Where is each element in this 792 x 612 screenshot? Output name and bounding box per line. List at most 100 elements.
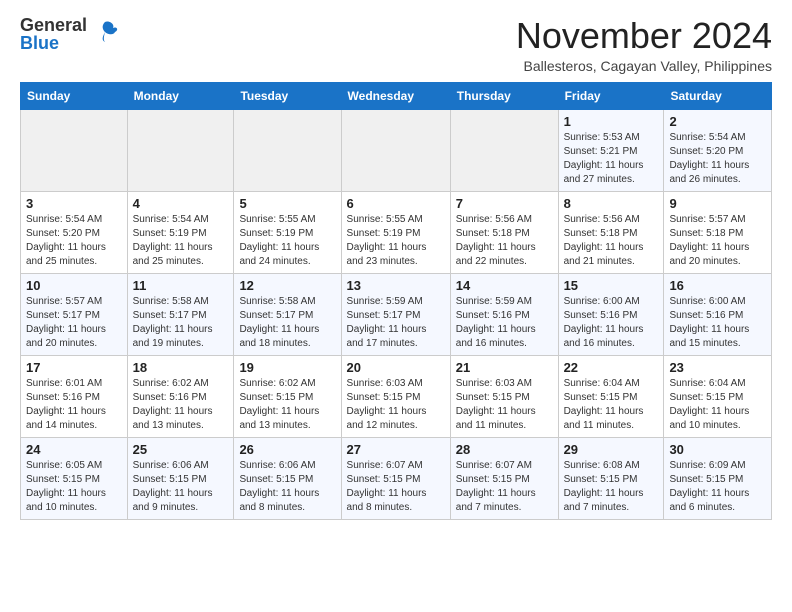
calendar-cell: 13 Sunrise: 5:59 AMSunset: 5:17 PMDayligh…	[341, 273, 450, 355]
day-number: 20	[347, 360, 445, 375]
calendar-header-sunday: Sunday	[21, 82, 128, 109]
calendar-cell: 9Sunrise: 5:57 AMSunset: 5:18 PMDaylight…	[664, 191, 772, 273]
calendar-week-row: 3 Sunrise: 5:54 AMSunset: 5:20 PMDaylight…	[21, 191, 772, 273]
day-number: 17	[26, 360, 122, 375]
day-info: Sunrise: 6:04 AMSunset: 5:15 PMDaylight:…	[669, 377, 766, 433]
day-info: Sunrise: 6:03 AMSunset: 5:15 PMDaylight:…	[347, 377, 445, 433]
day-info: Sunrise: 6:04 AMSunset: 5:15 PMDaylight:…	[564, 377, 659, 433]
calendar-header-saturday: Saturday	[664, 82, 772, 109]
day-number: 11	[133, 278, 229, 293]
calendar-cell: 25 Sunrise: 6:06 AMSunset: 5:15 PMDayligh…	[127, 437, 234, 519]
day-number: 13	[347, 278, 445, 293]
day-number: 3	[26, 196, 122, 211]
day-info: Sunrise: 6:03 AMSunset: 5:15 PMDaylight:…	[456, 377, 553, 433]
day-info: Sunrise: 5:59 AMSunset: 5:16 PMDaylight:…	[456, 295, 553, 351]
location: Ballesteros, Cagayan Valley, Philippines	[516, 58, 772, 74]
calendar-table: SundayMondayTuesdayWednesdayThursdayFrid…	[20, 82, 772, 520]
calendar-header-thursday: Thursday	[450, 82, 558, 109]
day-info: Sunrise: 5:58 AMSunset: 5:17 PMDaylight:…	[239, 295, 335, 351]
calendar-cell: 30 Sunrise: 6:09 AMSunset: 5:15 PMDayligh…	[664, 437, 772, 519]
calendar-cell: 4 Sunrise: 5:54 AMSunset: 5:19 PMDaylight…	[127, 191, 234, 273]
day-number: 16	[669, 278, 766, 293]
day-number: 22	[564, 360, 659, 375]
day-info: Sunrise: 5:57 AMSunset: 5:18 PMDaylight:…	[669, 213, 766, 269]
day-info: Sunrise: 6:07 AMSunset: 5:15 PMDaylight:…	[347, 459, 445, 515]
logo-bird-icon	[91, 18, 119, 46]
calendar-cell: 11 Sunrise: 5:58 AMSunset: 5:17 PMDayligh…	[127, 273, 234, 355]
calendar-cell: 17 Sunrise: 6:01 AMSunset: 5:16 PMDayligh…	[21, 355, 128, 437]
calendar-cell: 23 Sunrise: 6:04 AMSunset: 5:15 PMDayligh…	[664, 355, 772, 437]
calendar-cell: 15 Sunrise: 6:00 AMSunset: 5:16 PMDayligh…	[558, 273, 664, 355]
title-block: November 2024 Ballesteros, Cagayan Valle…	[516, 16, 772, 74]
day-info: Sunrise: 6:01 AMSunset: 5:16 PMDaylight:…	[26, 377, 122, 433]
calendar-cell: 26 Sunrise: 6:06 AMSunset: 5:15 PMDayligh…	[234, 437, 341, 519]
day-number: 24	[26, 442, 122, 457]
day-number: 28	[456, 442, 553, 457]
day-info: Sunrise: 5:54 AMSunset: 5:19 PMDaylight:…	[133, 213, 229, 269]
calendar-cell: 29 Sunrise: 6:08 AMSunset: 5:15 PMDayligh…	[558, 437, 664, 519]
calendar-cell	[127, 109, 234, 191]
calendar-cell: 6 Sunrise: 5:55 AMSunset: 5:19 PMDaylight…	[341, 191, 450, 273]
calendar-cell: 27Sunrise: 6:07 AMSunset: 5:15 PMDayligh…	[341, 437, 450, 519]
calendar-header-monday: Monday	[127, 82, 234, 109]
day-info: Sunrise: 6:00 AMSunset: 5:16 PMDaylight:…	[669, 295, 766, 351]
logo-general: General	[20, 16, 87, 34]
day-number: 8	[564, 196, 659, 211]
calendar-cell: 19Sunrise: 6:02 AMSunset: 5:15 PMDayligh…	[234, 355, 341, 437]
day-info: Sunrise: 5:54 AMSunset: 5:20 PMDaylight:…	[26, 213, 122, 269]
day-number: 21	[456, 360, 553, 375]
calendar-week-row: 24Sunrise: 6:05 AMSunset: 5:15 PMDayligh…	[21, 437, 772, 519]
calendar-header-row: SundayMondayTuesdayWednesdayThursdayFrid…	[21, 82, 772, 109]
calendar-header-wednesday: Wednesday	[341, 82, 450, 109]
calendar-cell: 21 Sunrise: 6:03 AMSunset: 5:15 PMDayligh…	[450, 355, 558, 437]
day-number: 23	[669, 360, 766, 375]
day-number: 6	[347, 196, 445, 211]
day-number: 7	[456, 196, 553, 211]
calendar-cell: 7Sunrise: 5:56 AMSunset: 5:18 PMDaylight…	[450, 191, 558, 273]
day-info: Sunrise: 6:07 AMSunset: 5:15 PMDaylight:…	[456, 459, 553, 515]
calendar-header-tuesday: Tuesday	[234, 82, 341, 109]
day-number: 14	[456, 278, 553, 293]
day-number: 12	[239, 278, 335, 293]
day-info: Sunrise: 6:00 AMSunset: 5:16 PMDaylight:…	[564, 295, 659, 351]
calendar-cell: 2 Sunrise: 5:54 AMSunset: 5:20 PMDaylight…	[664, 109, 772, 191]
calendar-cell: 22 Sunrise: 6:04 AMSunset: 5:15 PMDayligh…	[558, 355, 664, 437]
day-number: 26	[239, 442, 335, 457]
day-info: Sunrise: 6:09 AMSunset: 5:15 PMDaylight:…	[669, 459, 766, 515]
calendar-week-row: 1Sunrise: 5:53 AMSunset: 5:21 PMDaylight…	[21, 109, 772, 191]
day-info: Sunrise: 5:56 AMSunset: 5:18 PMDaylight:…	[564, 213, 659, 269]
day-info: Sunrise: 5:59 AMSunset: 5:17 PMDaylight:…	[347, 295, 445, 351]
calendar-cell	[341, 109, 450, 191]
day-number: 15	[564, 278, 659, 293]
day-info: Sunrise: 6:06 AMSunset: 5:15 PMDaylight:…	[133, 459, 229, 515]
calendar-cell: 3 Sunrise: 5:54 AMSunset: 5:20 PMDaylight…	[21, 191, 128, 273]
day-number: 29	[564, 442, 659, 457]
day-number: 4	[133, 196, 229, 211]
day-info: Sunrise: 6:02 AMSunset: 5:15 PMDaylight:…	[239, 377, 335, 433]
day-number: 10	[26, 278, 122, 293]
calendar-cell: 5 Sunrise: 5:55 AMSunset: 5:19 PMDaylight…	[234, 191, 341, 273]
day-number: 30	[669, 442, 766, 457]
calendar-cell: 24Sunrise: 6:05 AMSunset: 5:15 PMDayligh…	[21, 437, 128, 519]
day-info: Sunrise: 5:55 AMSunset: 5:19 PMDaylight:…	[239, 213, 335, 269]
day-info: Sunrise: 6:02 AMSunset: 5:16 PMDaylight:…	[133, 377, 229, 433]
logo-blue: Blue	[20, 34, 87, 52]
calendar-cell: 16 Sunrise: 6:00 AMSunset: 5:16 PMDayligh…	[664, 273, 772, 355]
month-title: November 2024	[516, 16, 772, 56]
calendar-cell: 28 Sunrise: 6:07 AMSunset: 5:15 PMDayligh…	[450, 437, 558, 519]
calendar-cell: 18Sunrise: 6:02 AMSunset: 5:16 PMDayligh…	[127, 355, 234, 437]
day-number: 25	[133, 442, 229, 457]
day-info: Sunrise: 5:55 AMSunset: 5:19 PMDaylight:…	[347, 213, 445, 269]
day-info: Sunrise: 6:08 AMSunset: 5:15 PMDaylight:…	[564, 459, 659, 515]
calendar-week-row: 10Sunrise: 5:57 AMSunset: 5:17 PMDayligh…	[21, 273, 772, 355]
day-number: 2	[669, 114, 766, 129]
calendar-cell: 12 Sunrise: 5:58 AMSunset: 5:17 PMDayligh…	[234, 273, 341, 355]
calendar-cell: 1Sunrise: 5:53 AMSunset: 5:21 PMDaylight…	[558, 109, 664, 191]
calendar-cell: 14 Sunrise: 5:59 AMSunset: 5:16 PMDayligh…	[450, 273, 558, 355]
calendar-cell	[234, 109, 341, 191]
day-info: Sunrise: 5:58 AMSunset: 5:17 PMDaylight:…	[133, 295, 229, 351]
calendar-cell	[21, 109, 128, 191]
day-number: 5	[239, 196, 335, 211]
day-info: Sunrise: 5:54 AMSunset: 5:20 PMDaylight:…	[669, 131, 766, 187]
day-info: Sunrise: 6:06 AMSunset: 5:15 PMDaylight:…	[239, 459, 335, 515]
